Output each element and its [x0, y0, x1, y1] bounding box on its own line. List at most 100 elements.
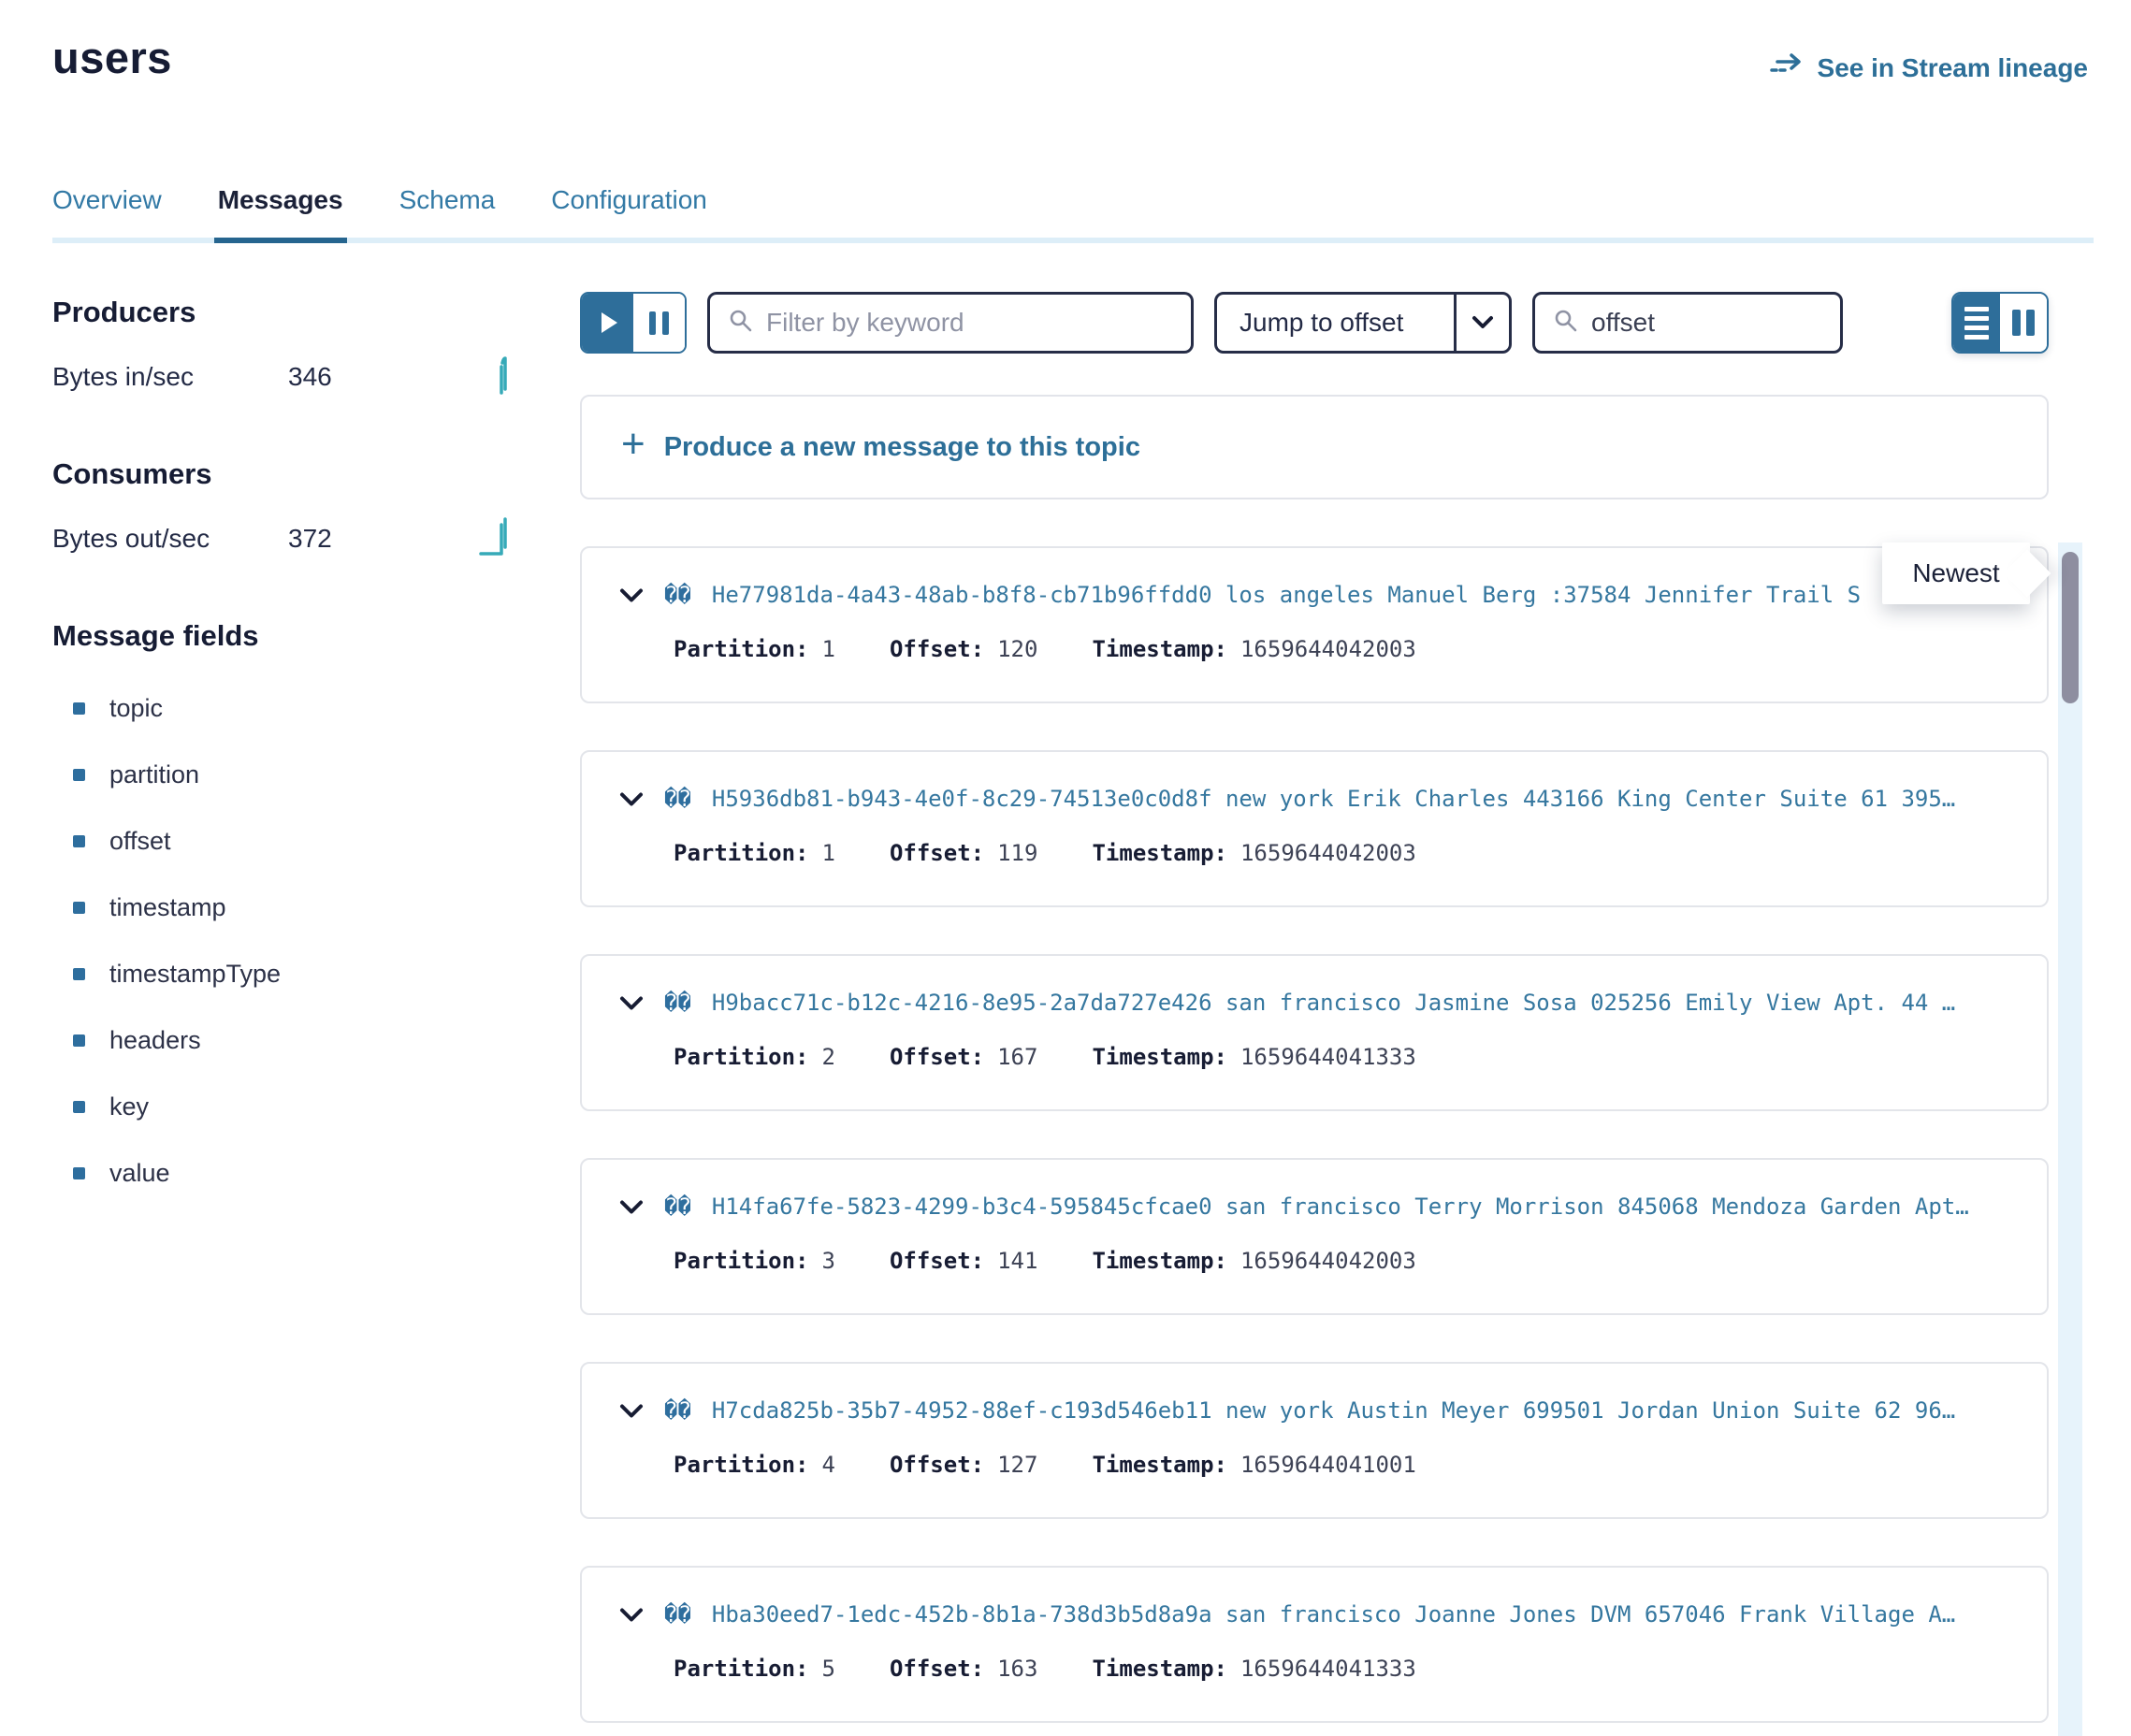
- message-field-label: timestamp: [109, 893, 226, 922]
- offset-value: 141: [997, 1248, 1037, 1274]
- timestamp-label: Timestamp:: [1092, 636, 1227, 662]
- message-fields-list: topic partition offset timestamp timesta…: [52, 675, 531, 1207]
- partition-value: 4: [822, 1452, 835, 1478]
- message-key-row: �� H7cda825b-35b7-4952-88ef-c193d546eb11…: [619, 1397, 2024, 1424]
- timestamp-meta: Timestamp: 1659644042003: [1092, 840, 1415, 866]
- timestamp-meta: Timestamp: 1659644041001: [1092, 1452, 1415, 1478]
- dashed-arrow-icon: [1770, 52, 1805, 83]
- tab-overview[interactable]: Overview: [52, 185, 162, 238]
- column-view-icon: [2012, 310, 2021, 336]
- bytes-in-label: Bytes in/sec: [52, 362, 288, 392]
- offset-label: Offset:: [890, 1656, 984, 1682]
- expand-chevron-icon[interactable]: [619, 1199, 644, 1215]
- tab-configuration[interactable]: Configuration: [551, 185, 707, 238]
- jump-to-offset-select[interactable]: Jump to offset: [1214, 292, 1512, 354]
- scrollbar-track[interactable]: [2058, 542, 2082, 1736]
- message-key-text: He77981da-4a43-48ab-b8f8-cb71b96ffdd0 lo…: [712, 582, 1861, 608]
- messages-panel: Jump to offset: [580, 292, 2049, 1723]
- partition-label: Partition:: [674, 1452, 809, 1478]
- produce-message-label: Produce a new message to this topic: [664, 432, 1140, 463]
- partition-meta: Partition: 5: [674, 1656, 835, 1682]
- partition-meta: Partition: 1: [674, 636, 835, 662]
- partition-value: 5: [822, 1656, 835, 1682]
- expand-chevron-icon[interactable]: [619, 791, 644, 807]
- search-icon: [729, 309, 753, 338]
- timestamp-label: Timestamp:: [1092, 1452, 1227, 1478]
- message-card[interactable]: �� H5936db81-b943-4e0f-8c29-74513e0c0d8f…: [580, 750, 2049, 907]
- pause-button[interactable]: [633, 294, 685, 352]
- offset-meta: Offset: 167: [890, 1044, 1038, 1070]
- bytes-in-metric: Bytes in/sec 346: [52, 354, 531, 399]
- binary-bytes-glyphs: ��: [664, 1601, 691, 1628]
- offset-meta: Offset: 127: [890, 1452, 1038, 1478]
- bytes-out-value: 372: [288, 524, 332, 554]
- expand-chevron-icon[interactable]: [619, 587, 644, 603]
- timestamp-value: 1659644042003: [1240, 840, 1416, 866]
- stream-lineage-label: See in Stream lineage: [1818, 53, 2088, 83]
- partition-label: Partition:: [674, 636, 809, 662]
- offset-meta: Offset: 119: [890, 840, 1038, 866]
- offset-meta: Offset: 163: [890, 1656, 1038, 1682]
- offset-search-input[interactable]: [1591, 308, 1821, 338]
- keyword-filter-input[interactable]: [766, 308, 1172, 338]
- timestamp-value: 1659644041333: [1240, 1656, 1416, 1682]
- partition-value: 3: [822, 1248, 835, 1274]
- offset-label: Offset:: [890, 1044, 984, 1070]
- message-key-text: Hba30eed7-1edc-452b-8b1a-738d3b5d8a9a sa…: [712, 1601, 1955, 1628]
- message-card[interactable]: �� He77981da-4a43-48ab-b8f8-cb71b96ffdd0…: [580, 546, 2049, 703]
- message-meta-row: Partition: 2 Offset: 167 Timestamp: 1659…: [674, 1044, 2024, 1070]
- message-key-text: H9bacc71c-b12c-4216-8e95-2a7da727e426 sa…: [712, 990, 1955, 1016]
- offset-value: 119: [997, 840, 1037, 866]
- timestamp-meta: Timestamp: 1659644041333: [1092, 1656, 1415, 1682]
- partition-meta: Partition: 1: [674, 840, 835, 866]
- message-field-label: partition: [109, 760, 199, 789]
- messages-toolbar: Jump to offset: [580, 292, 2049, 354]
- stream-lineage-link[interactable]: See in Stream lineage: [1770, 52, 2088, 83]
- offset-search: [1532, 292, 1843, 354]
- message-field-item: partition: [52, 742, 531, 808]
- message-field-item: timestampType: [52, 941, 531, 1007]
- timestamp-value: 1659644041333: [1240, 1044, 1416, 1070]
- partition-label: Partition:: [674, 1248, 809, 1274]
- binary-bytes-glyphs: ��: [664, 1397, 691, 1424]
- expand-chevron-icon[interactable]: [619, 1403, 644, 1419]
- timestamp-value: 1659644042003: [1240, 636, 1416, 662]
- tab-schema[interactable]: Schema: [399, 185, 496, 238]
- message-card[interactable]: �� H9bacc71c-b12c-4216-8e95-2a7da727e426…: [580, 954, 2049, 1111]
- partition-value: 1: [822, 636, 835, 662]
- message-card[interactable]: �� Hba30eed7-1edc-452b-8b1a-738d3b5d8a9a…: [580, 1566, 2049, 1723]
- list-view-button[interactable]: [1953, 294, 2000, 352]
- expand-chevron-icon[interactable]: [619, 995, 644, 1011]
- message-fields-heading: Message fields: [52, 619, 531, 653]
- partition-label: Partition:: [674, 840, 809, 866]
- keyword-filter: [707, 292, 1194, 354]
- play-pause-control: [580, 292, 687, 354]
- message-meta-row: Partition: 1 Offset: 119 Timestamp: 1659…: [674, 840, 2024, 866]
- message-field-item: offset: [52, 808, 531, 875]
- message-key-row: �� He77981da-4a43-48ab-b8f8-cb71b96ffdd0…: [619, 582, 2024, 608]
- offset-value: 120: [997, 636, 1037, 662]
- binary-bytes-glyphs: ��: [664, 990, 691, 1016]
- bytes-in-sparkline-icon: [483, 354, 524, 399]
- produce-message-button[interactable]: + Produce a new message to this topic: [580, 395, 2049, 499]
- expand-chevron-icon[interactable]: [619, 1607, 644, 1623]
- message-key-row: �� H9bacc71c-b12c-4216-8e95-2a7da727e426…: [619, 990, 2024, 1016]
- bytes-out-sparkline-icon: [479, 515, 524, 561]
- timestamp-meta: Timestamp: 1659644042003: [1092, 1248, 1415, 1274]
- message-key-row: �� H5936db81-b943-4e0f-8c29-74513e0c0d8f…: [619, 786, 2024, 812]
- tab-messages[interactable]: Messages: [218, 185, 343, 238]
- play-button[interactable]: [582, 294, 633, 352]
- column-view-button[interactable]: [2000, 294, 2047, 352]
- message-field-label: topic: [109, 694, 163, 723]
- search-icon: [1554, 309, 1578, 338]
- message-card[interactable]: �� H14fa67fe-5823-4299-b3c4-595845cfcae0…: [580, 1158, 2049, 1315]
- scrollbar-thumb[interactable]: [2062, 552, 2079, 703]
- message-list: �� He77981da-4a43-48ab-b8f8-cb71b96ffdd0…: [580, 546, 2049, 1723]
- offset-label: Offset:: [890, 636, 984, 662]
- message-meta-row: Partition: 4 Offset: 127 Timestamp: 1659…: [674, 1452, 2024, 1478]
- message-card[interactable]: �� H7cda825b-35b7-4952-88ef-c193d546eb11…: [580, 1362, 2049, 1519]
- chevron-down-icon: [1457, 295, 1509, 351]
- sidebar: Producers Bytes in/sec 346 Consumers Byt…: [52, 296, 531, 1207]
- message-field-label: value: [109, 1159, 170, 1188]
- message-meta-row: Partition: 3 Offset: 141 Timestamp: 1659…: [674, 1248, 2024, 1274]
